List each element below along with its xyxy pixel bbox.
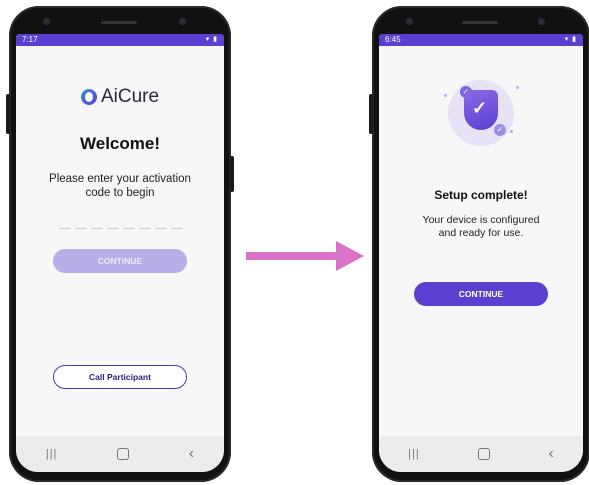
back-icon[interactable]: ‹ — [548, 445, 553, 463]
back-icon[interactable]: ‹ — [189, 445, 194, 463]
screen: 7:17 ▾ ▮ AiCure Welcome! Please enter yo… — [16, 34, 224, 472]
code-slot[interactable] — [74, 228, 86, 229]
sparkle — [516, 86, 519, 89]
aicure-logo: AiCure — [16, 86, 224, 108]
home-icon[interactable] — [478, 448, 491, 460]
code-slot[interactable] — [138, 228, 150, 229]
call-participant-button[interactable]: Call Participant — [53, 365, 187, 389]
sensor — [538, 18, 545, 25]
activation-code-input[interactable] — [16, 228, 224, 229]
setup-illustration: ✓ ✓ ✓ — [436, 74, 526, 152]
shield-check-icon: ✓ — [464, 90, 498, 130]
sparkle — [444, 94, 447, 97]
aicure-logo-icon — [80, 89, 97, 105]
nav-bar: ||| ‹ — [379, 436, 583, 472]
volume-button — [369, 94, 373, 134]
front-camera — [43, 18, 50, 25]
sparkle — [510, 130, 513, 133]
recent-apps-icon[interactable]: ||| — [408, 448, 420, 460]
arrow-right-icon — [246, 241, 364, 271]
volume-button — [6, 94, 10, 134]
code-slot[interactable] — [90, 228, 102, 229]
status-icons: ▾ ▮ — [205, 36, 218, 43]
screen: 6:45 ▾ ▮ ✓ ✓ ✓ Setup complete! Your devi… — [379, 34, 583, 472]
code-slot[interactable] — [58, 228, 70, 229]
status-bar: 7:17 ▾ ▮ — [16, 34, 224, 46]
status-time: 6:45 — [385, 35, 401, 44]
activation-prompt: Please enter your activation code to beg… — [49, 173, 191, 199]
top-bezel — [372, 6, 589, 36]
setup-title: Setup complete! — [434, 188, 528, 202]
recent-apps-icon[interactable]: ||| — [46, 448, 58, 460]
status-bar: 6:45 ▾ ▮ — [379, 34, 583, 46]
power-button — [230, 156, 234, 192]
page-title: Welcome! — [80, 134, 160, 153]
status-icons: ▾ ▮ — [564, 36, 577, 43]
code-slot[interactable] — [122, 228, 134, 229]
phone-right: 6:45 ▾ ▮ ✓ ✓ ✓ Setup complete! Your devi… — [369, 6, 589, 482]
check-badge-icon: ✓ — [494, 124, 506, 136]
front-camera — [406, 18, 413, 25]
earpiece — [101, 21, 137, 24]
code-slot[interactable] — [170, 228, 182, 229]
top-bezel — [9, 6, 231, 36]
sensor — [179, 18, 186, 25]
home-icon[interactable] — [117, 448, 130, 460]
setup-message: Your device is configured and ready for … — [422, 214, 540, 239]
nav-bar: ||| ‹ — [16, 436, 224, 472]
earpiece — [462, 21, 498, 24]
status-time: 7:17 — [22, 35, 38, 44]
code-slot[interactable] — [154, 228, 166, 229]
code-slot[interactable] — [106, 228, 118, 229]
continue-button[interactable]: CONTINUE — [414, 282, 548, 306]
phone-left: 7:17 ▾ ▮ AiCure Welcome! Please enter yo… — [6, 6, 234, 482]
check-icon: ✓ — [472, 98, 488, 118]
continue-button-disabled[interactable]: CONTINUE — [53, 249, 187, 273]
logo-text: AiCure — [100, 86, 160, 107]
